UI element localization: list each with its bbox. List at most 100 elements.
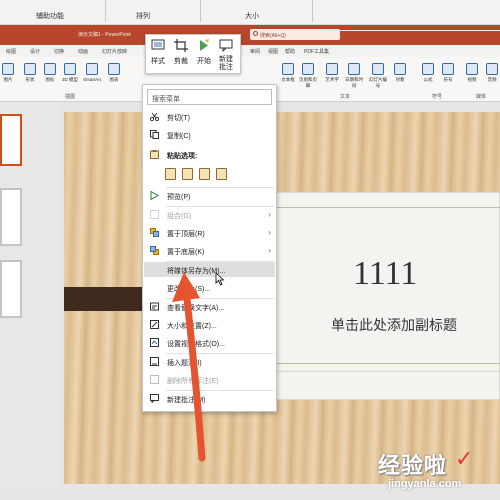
menu-search-input[interactable]: 搜索菜单 <box>147 89 272 105</box>
symbols-group-label: 符号 <box>432 94 443 100</box>
ribbon-textbox-button[interactable]: 文本框 <box>278 63 298 83</box>
paste-icon <box>150 150 159 159</box>
size-icon <box>150 320 159 329</box>
menu-item-save-media-as[interactable]: 将媒体另存为(M)... <box>144 262 275 277</box>
menu-item-cut[interactable]: 剪切(T) <box>144 109 275 124</box>
ribbon-3d-model-button[interactable]: 3D 模型 <box>60 63 80 83</box>
menu-item-paste-options: 粘贴选项: <box>144 147 275 162</box>
ribbon-equation-button[interactable]: 公式 <box>418 63 438 83</box>
slide-dark-band <box>64 287 144 311</box>
paste-destination-icon[interactable] <box>181 168 193 180</box>
tab-pdf-tools[interactable]: PDF工具集 <box>304 48 329 55</box>
ribbon-chart-button[interactable]: 图表 <box>104 63 124 83</box>
slide-title[interactable]: 1111 <box>353 255 417 293</box>
mini-toolbar: 样式 剪裁 开始 新建批注 <box>145 34 241 74</box>
slide-subtitle[interactable]: 单击此处添加副标题 <box>331 315 457 335</box>
cube-icon <box>64 63 76 75</box>
slide-thumbnail[interactable] <box>0 260 22 318</box>
ribbon-slide-number-button[interactable]: 幻灯片编号 <box>368 63 388 89</box>
search-placeholder: 搜索(Alt+Q) <box>260 33 286 39</box>
menu-item-insert-caption[interactable]: 插入题注(I) <box>144 354 275 369</box>
slide-thumbnails-panel <box>0 102 60 492</box>
menu-item-send-to-back[interactable]: 置于底层(K) › <box>144 243 275 258</box>
menu-item-size-position[interactable]: 大小和位置(Z)... <box>144 317 275 332</box>
title-divider <box>326 30 500 31</box>
alt-text-icon <box>150 302 159 311</box>
ribbon-shapes-button[interactable]: 形状 <box>20 63 40 83</box>
menu-item-group[interactable]: 组合(G) › <box>144 207 275 222</box>
caption-icon <box>150 357 159 366</box>
send-back-icon <box>150 246 159 255</box>
crop-icon <box>174 39 188 52</box>
remove-caption-icon <box>150 375 159 384</box>
ribbon-wordart-button[interactable]: 艺术字 <box>322 63 342 83</box>
tab-draw[interactable]: 绘图 <box>6 48 16 55</box>
start-button[interactable]: 开始 <box>194 39 214 66</box>
bring-front-icon <box>150 228 159 237</box>
ribbon-symbol-button[interactable]: 符号 <box>438 63 458 83</box>
tab-slideshow[interactable]: 幻灯片放映 <box>102 48 127 55</box>
crop-button[interactable]: 剪裁 <box>171 39 191 66</box>
paste-text-only-icon[interactable] <box>215 168 227 180</box>
copy-icon <box>150 130 159 139</box>
context-menu: 搜索菜单 剪切(T) 复制(C) 粘贴选项: 预览(P) 组合(G) › 置于顶… <box>142 84 277 412</box>
menu-item-remove-captions[interactable]: 删除所有标注(E) <box>144 372 275 387</box>
menu-item-copy[interactable]: 复制(C) <box>144 127 275 142</box>
ribbon-tabs: 绘图 设计 切换 动画 幻灯片放映 审阅 视图 帮助 PDF工具集 <box>0 45 500 57</box>
ribbon-video-button[interactable]: 视频 <box>462 63 482 83</box>
smartart-icon <box>86 63 98 75</box>
watermark-check-icon: ✓ <box>455 446 474 471</box>
window-title: 演示文稿1 - PowerPoint <box>78 32 131 38</box>
accessibility-group-label: 辅助功能 <box>36 13 64 20</box>
ribbon-icons-button[interactable]: 图标 <box>40 63 60 83</box>
ribbon-header-footer-button[interactable]: 页眉和页脚 <box>298 63 318 89</box>
ribbon-audio-button[interactable]: 音频 <box>482 63 500 83</box>
calendar-icon <box>348 63 360 75</box>
paste-options-row <box>165 168 231 182</box>
chevron-right-icon: › <box>268 246 271 255</box>
object-icon <box>394 63 406 75</box>
title-bar: 演示文稿1 - PowerPoint 搜索(Alt+Q) <box>0 25 500 45</box>
menu-item-change-picture[interactable]: 更改图片(S)... <box>144 280 275 295</box>
menu-item-new-comment[interactable]: 新建批注(M) <box>144 391 275 406</box>
divider <box>269 371 500 372</box>
paste-keep-source-icon[interactable] <box>165 168 176 180</box>
tab-transitions[interactable]: 切换 <box>54 48 64 55</box>
tab-help[interactable]: 帮助 <box>285 48 295 55</box>
ribbon-date-time-button[interactable]: 日期和时间 <box>344 63 364 89</box>
watermark-text: 经验啦 <box>378 453 448 478</box>
chevron-right-icon: › <box>268 228 271 237</box>
ribbon-object-button[interactable]: 对象 <box>390 63 410 83</box>
tab-view[interactable]: 视图 <box>268 48 278 55</box>
format-icon <box>150 338 159 347</box>
menu-item-bring-to-front[interactable]: 置于顶层(R) › <box>144 225 275 240</box>
tab-design[interactable]: 设计 <box>30 48 40 55</box>
ribbon-picture-button[interactable]: 图片 <box>0 63 18 83</box>
pi-icon <box>422 63 434 75</box>
divider <box>105 0 106 22</box>
tab-animations[interactable]: 动画 <box>78 48 88 55</box>
search-icon <box>253 31 258 36</box>
menu-item-format-video[interactable]: 设置视频格式(O)... <box>144 335 275 350</box>
comment-icon <box>219 39 233 53</box>
icons-icon <box>44 63 56 75</box>
paste-picture-icon[interactable] <box>198 168 210 180</box>
previous-ribbon-strip: 辅助功能 排列 大小 <box>0 0 500 25</box>
slide-thumbnail[interactable] <box>0 188 22 246</box>
slide-thumbnail[interactable] <box>0 114 22 166</box>
media-group-label: 媒体 <box>476 94 487 100</box>
tab-review[interactable]: 审阅 <box>250 48 260 55</box>
wordart-icon <box>326 63 338 75</box>
menu-item-alt-text[interactable]: 查看替换文字(A)... <box>144 299 275 314</box>
new-comment-button[interactable]: 新建批注 <box>216 39 236 72</box>
style-button[interactable]: 样式 <box>148 39 168 66</box>
chart-icon <box>108 63 120 75</box>
divider <box>269 363 500 364</box>
textbox-icon <box>282 63 294 75</box>
ribbon-smartart-button[interactable]: SmartArt <box>82 63 102 82</box>
watermark-url: jingyanla.com <box>388 478 462 490</box>
menu-item-preview[interactable]: 预览(P) <box>144 188 275 203</box>
size-group-label: 大小 <box>245 13 259 20</box>
divider <box>312 0 313 22</box>
omega-icon <box>442 63 454 75</box>
